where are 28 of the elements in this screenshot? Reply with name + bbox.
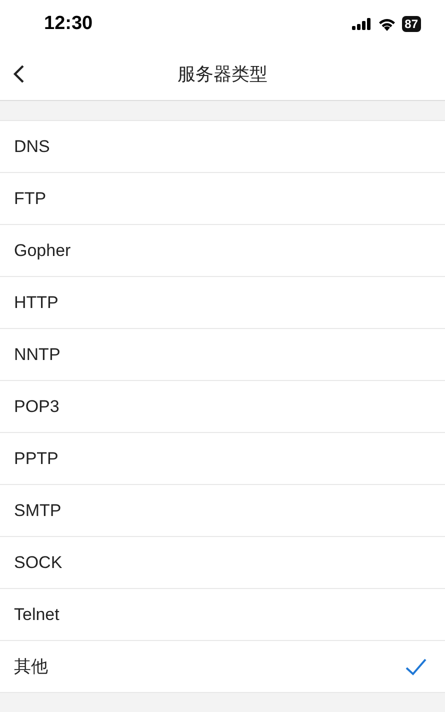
option-row[interactable]: SOCK bbox=[0, 537, 445, 589]
wifi-icon bbox=[378, 18, 396, 30]
option-label: HTTP bbox=[14, 292, 58, 312]
option-label: NNTP bbox=[14, 344, 60, 364]
signal-icon bbox=[352, 18, 372, 30]
option-label: FTP bbox=[14, 188, 46, 208]
battery-level: 87 bbox=[402, 16, 421, 32]
option-row[interactable]: 其他 bbox=[0, 641, 445, 693]
option-row[interactable]: DNS bbox=[0, 121, 445, 173]
option-label: PPTP bbox=[14, 448, 58, 468]
option-label: SOCK bbox=[14, 552, 62, 572]
option-label: 其他 bbox=[14, 656, 48, 678]
option-row[interactable]: PPTP bbox=[0, 433, 445, 485]
option-label: DNS bbox=[14, 136, 50, 156]
option-row[interactable]: NNTP bbox=[0, 329, 445, 381]
option-row[interactable]: POP3 bbox=[0, 381, 445, 433]
option-row[interactable]: FTP bbox=[0, 173, 445, 225]
option-label: Telnet bbox=[14, 604, 60, 624]
back-icon bbox=[12, 64, 26, 84]
option-label: Gopher bbox=[14, 240, 71, 260]
option-row[interactable]: Telnet bbox=[0, 589, 445, 641]
option-row[interactable]: Gopher bbox=[0, 225, 445, 277]
option-row[interactable]: SMTP bbox=[0, 485, 445, 537]
option-label: POP3 bbox=[14, 396, 60, 416]
option-label: SMTP bbox=[14, 500, 62, 520]
page-title: 服务器类型 bbox=[178, 63, 268, 86]
option-row[interactable]: HTTP bbox=[0, 277, 445, 329]
status-time: 12:30 bbox=[44, 13, 93, 35]
